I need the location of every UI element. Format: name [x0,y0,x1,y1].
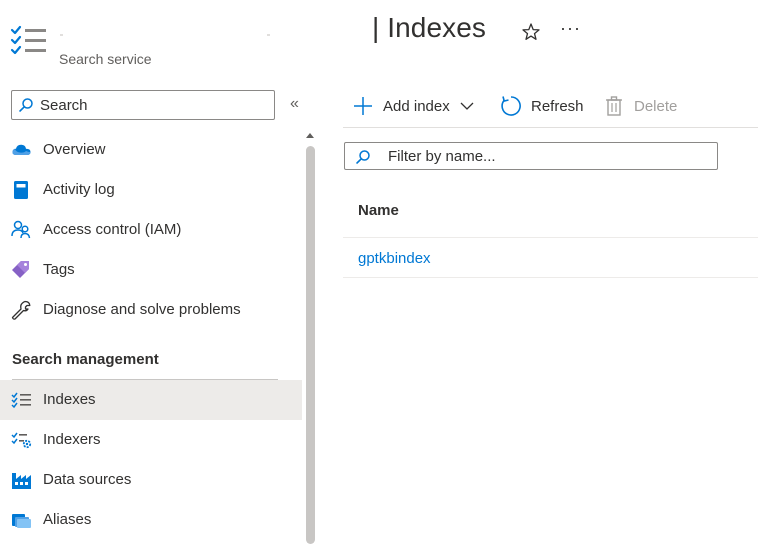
sidebar-item-access-control[interactable]: Access control (IAM) [0,210,302,250]
search-icon [356,150,370,164]
sidebar-item-label: Tags [43,261,75,278]
sidebar-item-label: Activity log [43,181,115,198]
row-divider [343,277,758,278]
toolbar-divider [343,127,758,128]
index-row-link[interactable]: gptkbindex [358,250,431,267]
sidebar-item-tags[interactable]: Tags [0,250,302,290]
add-index-button[interactable]: Add index [352,92,474,120]
cloud-overview-icon [12,144,31,155]
refresh-label: Refresh [531,97,584,115]
tag-icon [12,261,29,278]
aliases-icon [12,514,31,528]
row-divider [343,237,758,238]
sidebar-item-overview[interactable]: Overview [0,130,302,170]
sidebar-item-label: Indexers [43,431,101,448]
sidebar-item-activity-log[interactable]: Activity log [0,170,302,210]
sidebar-search-input[interactable] [40,94,265,116]
search-icon [19,98,33,112]
delete-button[interactable]: Delete [603,92,677,120]
redacted-service-name [60,34,270,36]
chevron-down-icon[interactable] [460,101,474,111]
trash-icon [606,96,622,116]
sidebar-item-aliases[interactable]: Aliases [0,500,302,540]
more-options-button[interactable]: ··· [560,18,581,39]
indexer-gear-icon [11,432,32,449]
delete-label: Delete [634,97,678,115]
filter-by-name-input[interactable] [388,146,708,166]
add-index-label: Add index [383,97,450,115]
wrench-icon [11,300,31,320]
sidebar-item-label: Indexes [43,391,96,408]
activity-log-icon [14,181,28,199]
sidebar-search-box[interactable] [11,90,275,120]
scroll-up-arrow[interactable] [306,133,314,138]
index-list-icon [11,392,31,409]
sidebar-item-data-sources[interactable]: Data sources [0,460,302,500]
refresh-button[interactable]: Refresh [500,92,584,120]
sidebar-item-label: Diagnose and solve problems [43,301,241,318]
sidebar-item-label: Overview [43,141,106,158]
people-iam-icon [11,220,31,239]
search-index-list-icon [10,25,46,55]
sidebar-item-label: Data sources [43,471,132,488]
sidebar-item-label: Access control (IAM) [43,221,182,238]
column-header-name[interactable]: Name [358,202,399,219]
sidebar-item-indexers[interactable]: Indexers [0,420,302,460]
sidebar-scrollbar[interactable] [306,146,315,544]
collapse-sidebar-button[interactable]: « [290,96,306,112]
sidebar-item-diagnose[interactable]: Diagnose and solve problems [0,290,302,330]
sidebar-item-indexes[interactable]: Indexes [0,380,302,420]
refresh-icon [501,96,521,116]
filter-box[interactable] [344,142,718,170]
section-title-search-management: Search management [12,351,159,368]
page-title: | Indexes [372,12,487,43]
star-icon[interactable] [520,21,542,43]
service-subtitle: Search service [59,51,152,67]
plus-icon [354,97,372,115]
data-sources-icon [12,473,31,489]
sidebar-item-label: Aliases [43,511,92,528]
